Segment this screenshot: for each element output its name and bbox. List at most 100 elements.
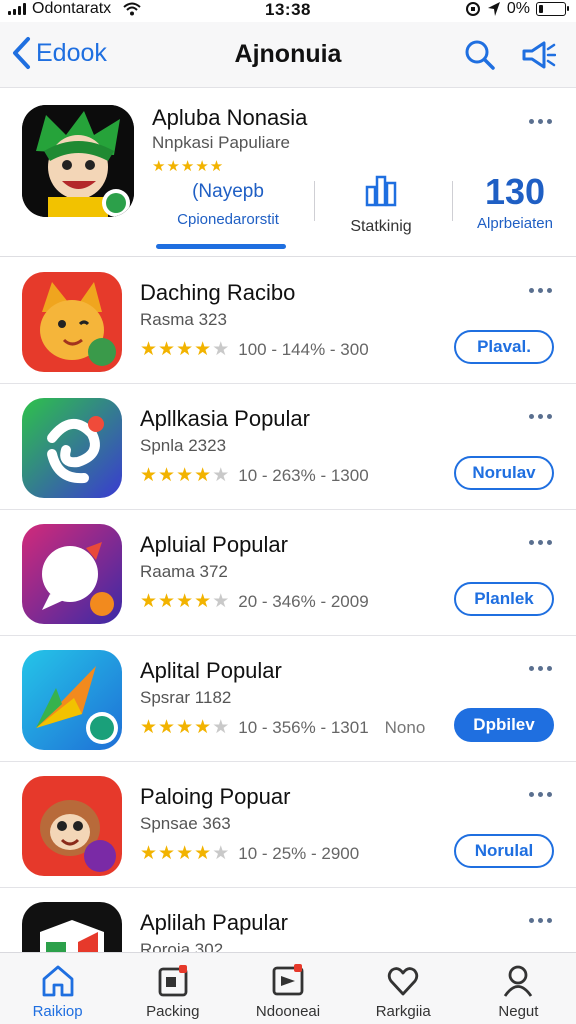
app-stats: 20 - 346% - 2009 [238,591,369,611]
app-rating-row: ★★★★★ 10 - 263% - 1300 [140,464,369,487]
app-list-item[interactable]: Apllkasia Popular Spnla 2323 ★★★★★ 10 - 263… [0,384,576,510]
get-button[interactable]: Norulal [454,834,554,868]
star-icon: ★ [176,843,195,864]
more-options-button[interactable] [529,288,552,293]
app-list-item[interactable]: Apluial Popular Raama 372 ★★★★★ 20 - 346% -… [0,510,576,636]
featured-app-card[interactable]: Apluba Nonasia Nnpkasi Papuliare ★★★★★ (… [0,89,576,257]
rating-stars: ★★★★★ [140,338,230,361]
heart-icon [388,967,419,996]
app-rating-row: ★★★★★ 100 - 144% - 300 [140,338,369,361]
cat-icon [22,272,122,372]
app-name: Daching Racibo [140,280,296,305]
app-rating-row: ★★★★★ 10 - 25% - 2900 [140,842,359,865]
stat-age-rating[interactable]: 130 Alprbeiaten [462,171,568,233]
star-icon: ★ [176,339,195,360]
paper-plane-icon [22,650,122,750]
swirl-icon [22,398,122,498]
star-icon: ★ [194,843,213,864]
app-list-item[interactable]: Paloing Popuar Spnsae 363 ★★★★★ 10 - 25% - … [0,762,576,888]
app-name: Paloing Popuar [140,784,291,809]
app-list-item[interactable]: Aplital Popular Spsrar 1182 ★★★★★ 10 - 356%… [0,636,576,762]
app-subtitle: Spnsae 363 [140,814,231,833]
divider [452,181,453,221]
divider [314,181,315,221]
back-button[interactable]: Edook [10,36,107,70]
battery-icon [536,2,569,16]
tab-label: Packing [146,1003,200,1020]
chevron-left-icon [13,37,30,69]
more-options-button[interactable] [529,540,552,545]
rating-stars: ★★★★★ [140,464,230,487]
get-button[interactable]: Norulav [454,456,554,490]
stat-label: Statkinig [350,218,412,235]
app-name: Aplilah Papular [140,910,288,935]
star-icon: ★ [194,465,213,486]
star-icon: ★ [176,591,195,612]
more-options-button[interactable] [529,119,552,124]
app-subtitle: Spsrar 1182 [140,688,232,707]
app-stats: 10 - 263% - 1300 [238,465,369,485]
stat-label: Alprbeiaten [477,215,553,232]
home-icon [42,965,73,997]
tab-person[interactable]: Negut [461,953,576,1024]
status-bar: Odontaratx 13:38 0% [0,0,576,22]
star-icon: ★ [176,465,195,486]
chat-icon [22,524,122,624]
app-name: Apllkasia Popular [140,406,310,431]
search-button[interactable] [462,38,498,72]
back-label: Edook [36,38,107,67]
app-rating-row: ★★★★★ 10 - 356% - 1301 Nono [140,716,425,739]
calendar-icon [158,965,188,997]
get-button[interactable]: Plaval. [454,330,554,364]
star-icon: ★ [158,717,177,738]
cartoon-character-icon [22,105,134,217]
announce-button[interactable] [520,38,556,72]
more-options-button[interactable] [529,666,552,671]
star-icon: ★ [212,465,231,486]
app-extra: Nono [384,717,426,737]
raccoon-icon [22,776,122,876]
tab-label: Negut [498,1003,539,1020]
app-subtitle: Raama 372 [140,562,228,581]
tab-media[interactable]: Ndooneai [230,953,345,1024]
more-options-button[interactable] [529,414,552,419]
star-icon: ★ [158,339,177,360]
tab-calendar[interactable]: Packing [115,953,230,1024]
stat-download[interactable]: (Nayepb Cpionedarorstit [152,173,304,228]
star-icon: ★ [176,717,195,738]
star-icon: ★ [194,591,213,612]
tab-heart[interactable]: Rarkgiia [346,953,461,1024]
app-rating-row: ★★★★★ 20 - 346% - 2009 [140,590,369,613]
tab-bar: Raikiop Packing Ndooneai Rarkgiia Negut [0,952,576,1024]
app-stats: 10 - 25% - 2900 [238,843,360,863]
tab-label: Rarkgiia [375,1003,431,1020]
more-options-button[interactable] [529,918,552,923]
tab-label: Raikiop [32,1003,83,1020]
person-icon [504,965,533,997]
star-icon: ★ [140,339,159,360]
star-icon: ★ [158,465,177,486]
app-stats: 10 - 356% - 1301 [238,717,369,737]
rating-stars: ★★★★★ [140,842,230,865]
app-name: Aplital Popular [140,658,282,683]
stat-label: Cpionedarorstit [177,211,279,228]
stat-value: 130 [484,171,546,212]
get-button[interactable]: Dpbilev [454,708,554,742]
tab-home[interactable]: Raikiop [0,953,115,1024]
battery-percent: 0% [506,0,530,17]
star-icon: ★ [194,717,213,738]
star-icon: ★ [212,339,231,360]
tab-label: Ndooneai [255,1003,321,1020]
megaphone-icon [522,41,556,69]
stat-value: (Nayepb [192,181,264,202]
more-options-button[interactable] [529,792,552,797]
app-subtitle: Spnla 2323 [140,436,227,455]
app-stats: 100 - 144% - 300 [238,339,369,359]
get-button[interactable]: Planlek [454,582,554,616]
app-list-item[interactable]: Daching Racibo Rasma 323 ★★★★★ 100 - 144% -… [0,258,576,384]
rating-stars: ★★★★★ [140,716,230,739]
star-icon: ★ [140,843,159,864]
stat-ranking[interactable]: Statkinig [326,173,436,236]
star-icon: ★ [194,339,213,360]
star-icon: ★ [140,591,159,612]
